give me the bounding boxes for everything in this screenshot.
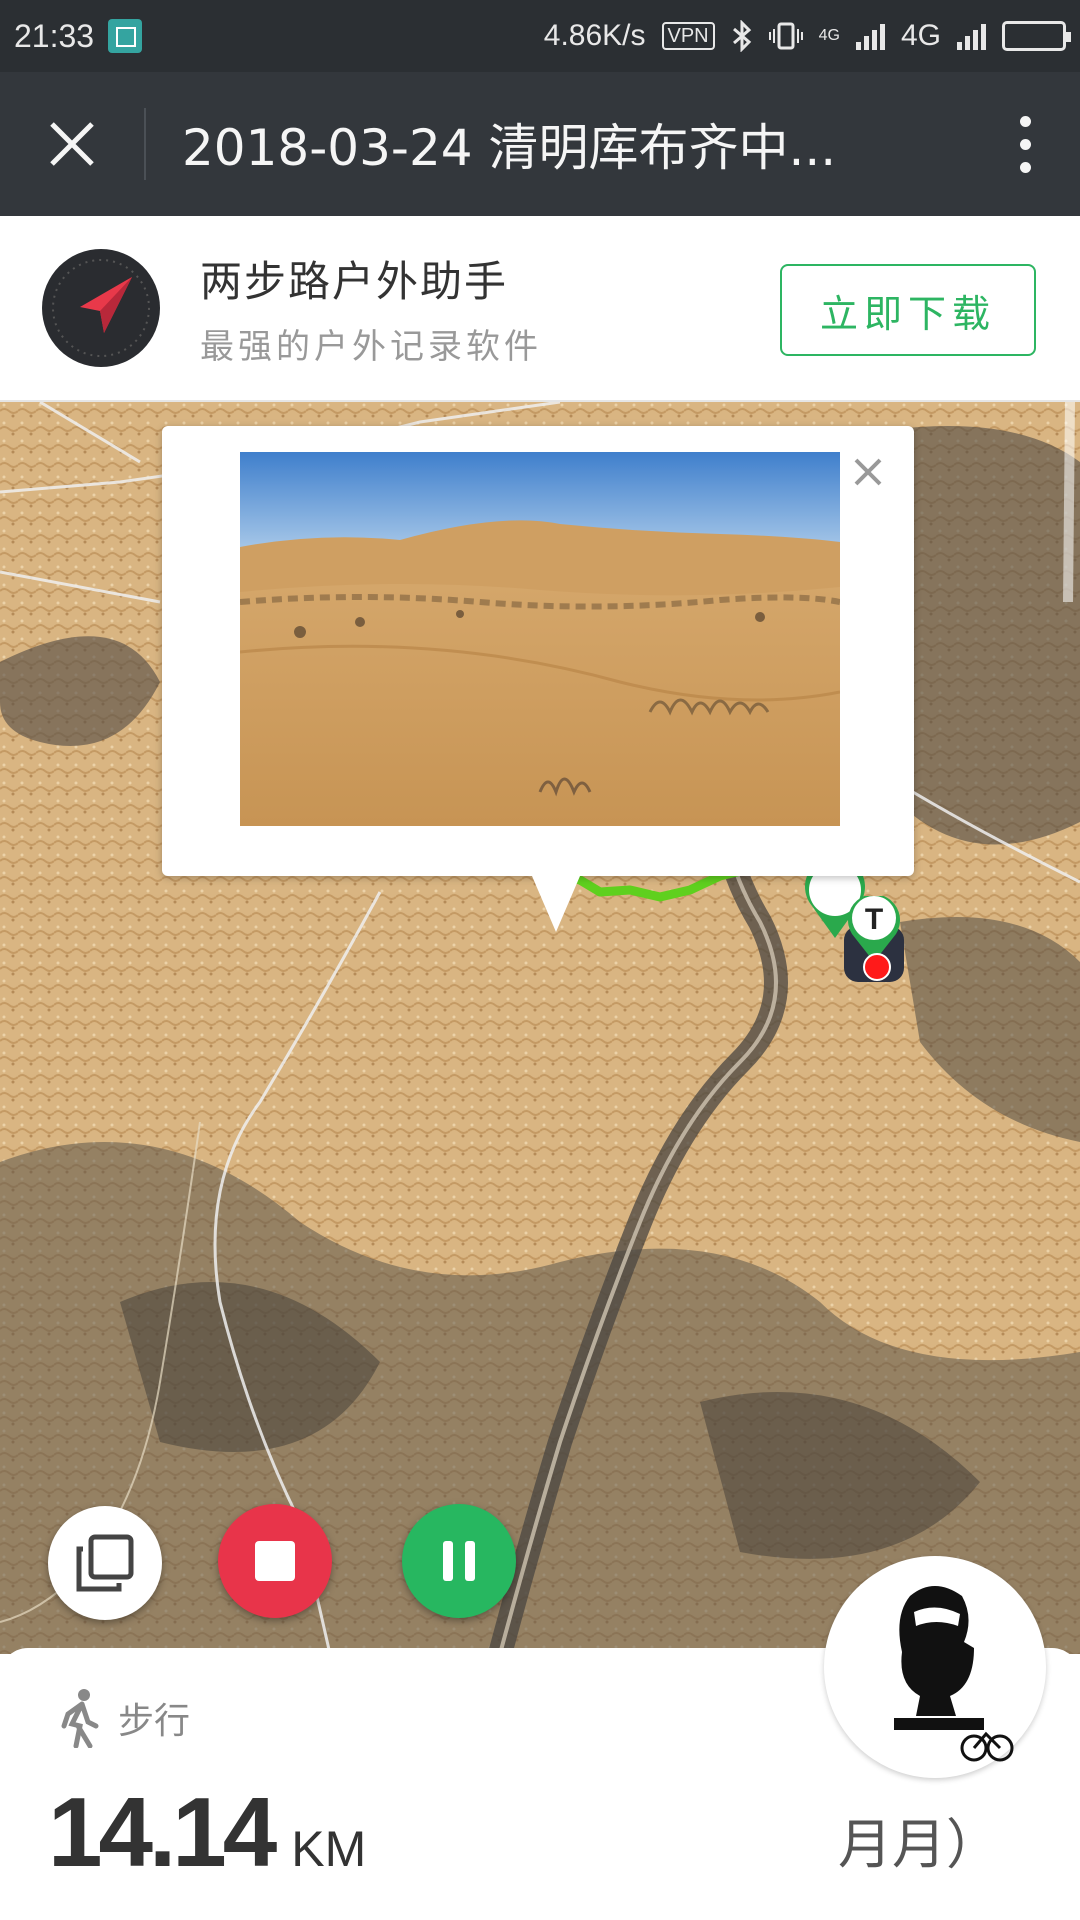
network-label: 4G — [900, 19, 941, 52]
compass-logo-icon — [42, 249, 160, 367]
more-dot-icon — [1019, 138, 1031, 150]
title-bar: 2018-03-24 清明库布齐中... — [0, 72, 1080, 216]
distance-readout: 14.14 KM — [48, 1776, 366, 1889]
vpn-icon: VPN — [661, 22, 715, 50]
distance-value: 14.14 — [48, 1777, 277, 1887]
close-icon — [854, 458, 882, 486]
stop-icon — [255, 1541, 295, 1581]
username[interactable]: 月月） — [838, 1800, 1000, 1879]
photo-popup — [162, 426, 914, 932]
signal-icon — [855, 22, 885, 50]
title-divider — [144, 108, 146, 180]
net-speed: 4.86K/s — [543, 19, 646, 52]
current-location-dot — [863, 953, 891, 981]
network-small-label: 4G — [818, 27, 840, 44]
close-icon — [50, 122, 94, 166]
download-button[interactable]: 立即下载 — [780, 264, 1036, 356]
bluetooth-icon — [732, 20, 751, 52]
vibrate-icon — [768, 22, 803, 50]
waypoint-label: T — [865, 903, 883, 936]
desert-photo[interactable] — [240, 452, 840, 826]
mode-label: 步行 — [118, 1701, 191, 1742]
activity-mode: 步行 — [60, 1688, 190, 1748]
more-dot-icon — [1019, 115, 1031, 127]
more-menu-button[interactable] — [970, 115, 1080, 173]
signal-icon-2 — [957, 22, 986, 50]
satellite-map[interactable]: T 始 T T T — [0, 402, 1080, 1654]
app-name: 两步路户外助手 — [200, 257, 509, 306]
layers-button[interactable] — [48, 1506, 162, 1620]
distance-unit: KM — [291, 1821, 367, 1877]
stop-button[interactable] — [218, 1504, 332, 1618]
app-description: 最强的户外记录软件 — [200, 327, 542, 367]
app-promo-banner: 两步路户外助手 最强的户外记录软件 立即下载 — [0, 216, 1080, 402]
avatar[interactable] — [824, 1556, 1046, 1778]
battery-icon — [1002, 21, 1071, 51]
popup-close-button[interactable] — [850, 454, 886, 490]
status-time: 21:33 — [14, 17, 95, 54]
status-bar: 21:33 4.86K/s VPN 4G 4G — [0, 0, 1080, 72]
cyclist-avatar-icon — [894, 1586, 1014, 1762]
copy-icon — [76, 1534, 134, 1592]
pause-icon — [443, 1541, 475, 1581]
more-dot-icon — [1019, 161, 1031, 173]
screenshot-icon — [108, 19, 143, 53]
page-title: 2018-03-24 清明库布齐中... — [182, 119, 837, 177]
pause-button[interactable] — [402, 1504, 516, 1618]
close-button[interactable] — [0, 72, 144, 216]
walking-icon — [61, 1689, 99, 1748]
